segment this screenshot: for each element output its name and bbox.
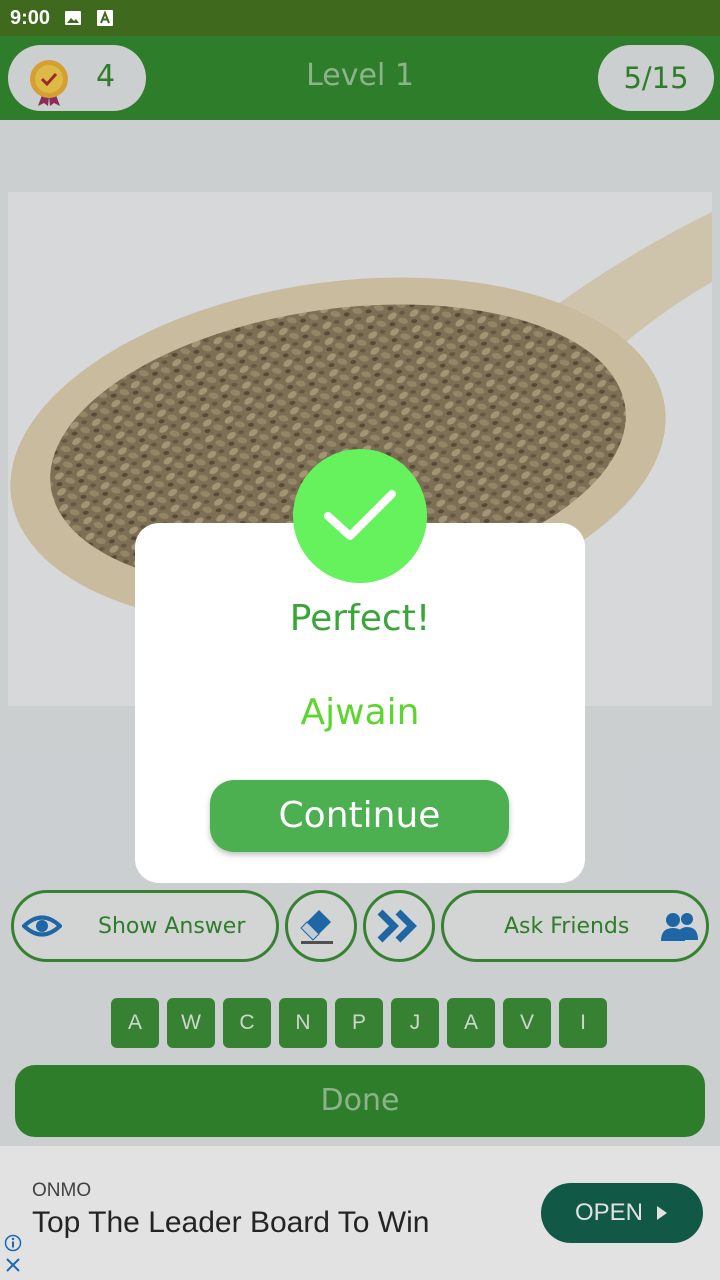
status-bar: 9:00 (0, 0, 720, 36)
answer-text: Ajwain (300, 692, 420, 733)
continue-button[interactable]: Continue (210, 780, 509, 852)
text-icon (97, 10, 114, 26)
image-icon (65, 11, 82, 25)
checkmark-icon (324, 490, 396, 540)
dialog-title: Perfect! (289, 598, 431, 639)
success-badge (293, 449, 427, 583)
status-time: 9:00 (10, 6, 51, 29)
